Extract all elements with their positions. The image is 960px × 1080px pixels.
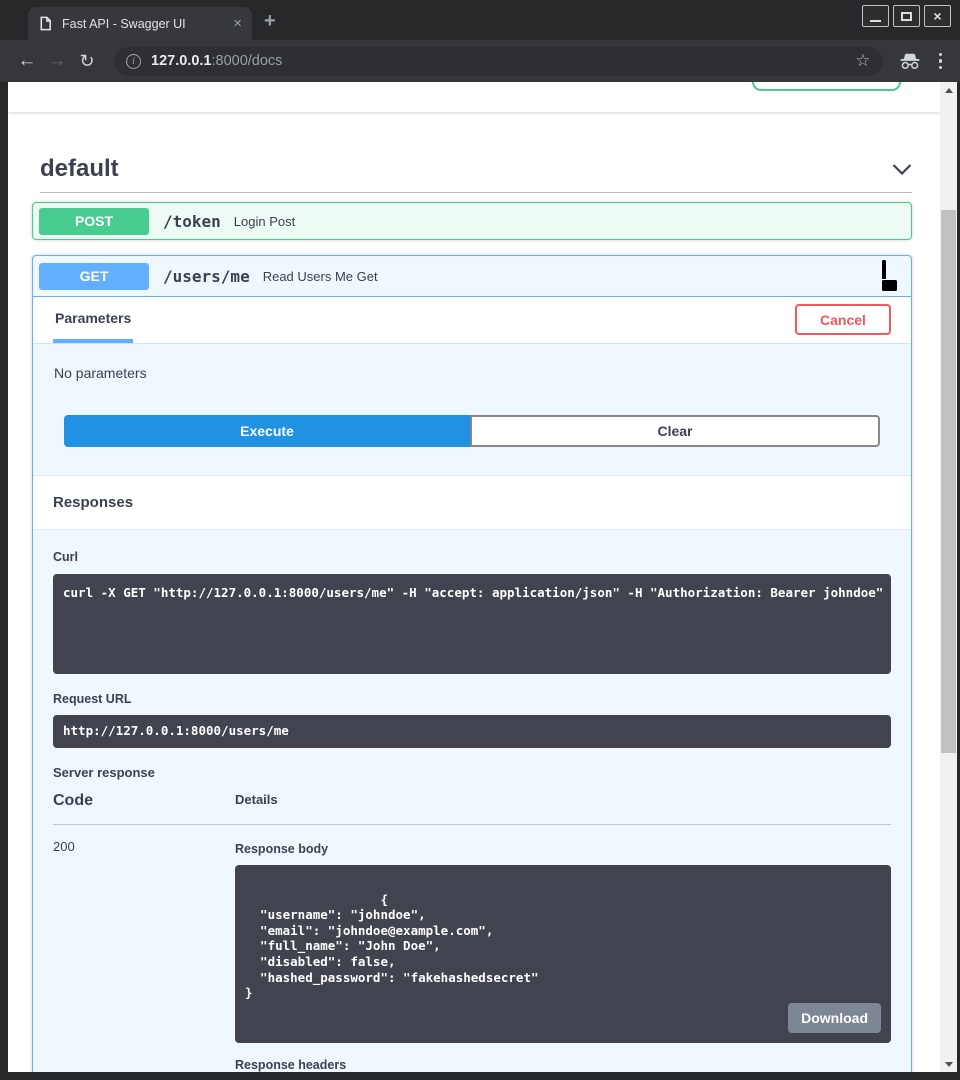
execute-button[interactable]: Execute [64, 415, 470, 447]
opblock-post-token[interactable]: POST /token Login Post [32, 202, 912, 240]
post-path: /token [163, 212, 221, 231]
browser-window: Fast API - Swagger UI × + × ← → ↻ i 127.… [0, 0, 960, 1080]
bookmark-star-icon[interactable]: ☆ [855, 51, 870, 71]
scrollbar-up-arrow[interactable] [940, 82, 957, 98]
post-method-badge[interactable]: POST [39, 208, 149, 235]
post-summary: Login Post [234, 214, 295, 229]
tab-close-icon[interactable]: × [233, 16, 242, 31]
reload-button[interactable]: ↻ [72, 51, 102, 72]
section-divider [40, 192, 912, 193]
clear-button[interactable]: Clear [470, 415, 880, 447]
page-scrollbar[interactable] [940, 82, 957, 1072]
response-body-text: { "username": "johndoe", "email": "johnd… [245, 892, 539, 1001]
cancel-button[interactable]: Cancel [795, 304, 891, 335]
response-details: Response body { "username": "johndoe", "… [235, 825, 891, 1072]
get-summary: Read Users Me Get [263, 269, 378, 284]
response-row-200: 200 Response body { "username": "johndoe… [53, 825, 891, 1072]
section-title: default [40, 155, 119, 183]
swagger-ui: default POST /token Login Post GET [8, 146, 940, 1072]
response-body-label: Response body [235, 842, 891, 856]
address-bar[interactable]: i 127.0.0.1:8000/docs ☆ [114, 47, 883, 76]
response-table-header: Code Details [53, 792, 891, 825]
section-header-default[interactable]: default [40, 146, 912, 192]
curl-command: curl -X GET "http://127.0.0.1:8000/users… [53, 574, 891, 674]
browser-menu-button[interactable] [933, 53, 949, 70]
auth-lock-icon[interactable] [882, 262, 897, 291]
minimize-button[interactable] [862, 5, 889, 27]
titlebar: Fast API - Swagger UI × + × [0, 0, 960, 40]
url-host: 127.0.0.1 [151, 53, 211, 69]
page-viewport: default POST /token Login Post GET [8, 82, 957, 1072]
close-button[interactable]: × [924, 5, 951, 27]
authorize-button[interactable] [752, 82, 901, 91]
chevron-down-icon[interactable] [892, 164, 912, 175]
get-method-badge[interactable]: GET [39, 263, 149, 290]
scrollbar-down-arrow[interactable] [940, 1056, 957, 1072]
server-response-label: Server response [53, 765, 891, 780]
new-tab-button[interactable]: + [264, 10, 276, 33]
url-path: :8000/docs [211, 53, 282, 69]
response-body-json: { "username": "johndoe", "email": "johnd… [235, 865, 891, 1043]
close-icon: × [933, 9, 941, 23]
status-code: 200 [53, 825, 235, 1072]
tab-title: Fast API - Swagger UI [62, 17, 224, 31]
browser-tab[interactable]: Fast API - Swagger UI × [28, 7, 252, 40]
opblock-get-users-me: GET /users/me Read Users Me Get Paramete… [32, 255, 912, 1072]
back-button[interactable]: ← [12, 50, 42, 72]
tab-parameters[interactable]: Parameters [53, 297, 133, 343]
details-column-header: Details [235, 792, 278, 810]
url-text[interactable]: 127.0.0.1:8000/docs [151, 53, 845, 69]
request-url-label: Request URL [53, 692, 891, 706]
window-controls: × [862, 5, 951, 27]
page-content: default POST /token Login Post GET [8, 82, 940, 1072]
scrollbar-thumb[interactable] [941, 210, 956, 753]
responses-body: Curl curl -X GET "http://127.0.0.1:8000/… [33, 530, 911, 1072]
code-column-header: Code [53, 792, 235, 810]
responses-section-title: Responses [33, 475, 911, 530]
incognito-icon [899, 53, 921, 70]
page-favicon-icon [38, 16, 53, 31]
get-path: /users/me [163, 267, 250, 286]
maximize-button[interactable] [893, 5, 920, 27]
browser-toolbar: ← → ↻ i 127.0.0.1:8000/docs ☆ [0, 40, 960, 82]
curl-label: Curl [53, 550, 891, 564]
page-info-icon[interactable]: i [126, 54, 141, 69]
forward-button[interactable]: → [42, 50, 72, 72]
request-url-value: http://127.0.0.1:8000/users/me [53, 715, 891, 748]
swagger-topbar [8, 82, 940, 112]
response-headers-label: Response headers [235, 1058, 891, 1072]
parameters-tab-header: Parameters Cancel [33, 297, 911, 344]
maximize-icon [901, 12, 912, 21]
no-parameters-text: No parameters [33, 344, 911, 402]
minimize-icon [870, 20, 881, 22]
execute-row: Execute Clear [33, 402, 911, 475]
download-button[interactable]: Download [788, 1003, 881, 1033]
get-opblock-header[interactable]: GET /users/me Read Users Me Get [33, 256, 911, 297]
